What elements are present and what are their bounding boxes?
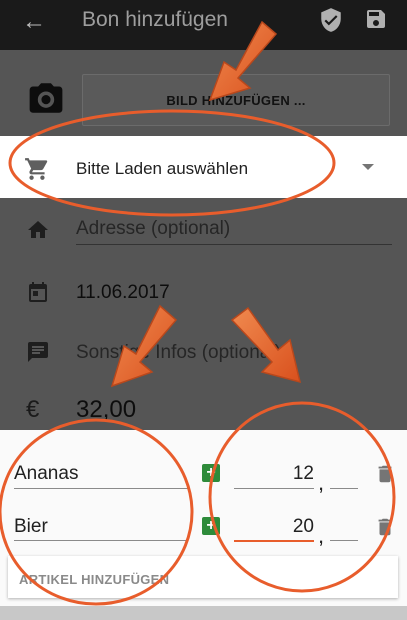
arrow-back-icon[interactable]: ←	[22, 8, 46, 36]
address-input[interactable]: Adresse (optional)	[76, 218, 230, 240]
comment-icon	[28, 342, 48, 362]
shopping-cart-icon	[25, 158, 48, 180]
other-infos-row: Sonstige Infos (optional)	[0, 336, 407, 368]
app-bar: ← Bon hinzufügen	[0, 0, 407, 50]
item-price-euros-underline	[234, 488, 314, 489]
item-name-underline	[14, 540, 188, 541]
item-name-underline	[14, 488, 188, 489]
calendar-icon	[29, 282, 47, 302]
item-name-input[interactable]: Bier	[14, 516, 48, 538]
date-field[interactable]: 11.06.2017	[76, 282, 170, 304]
item-price-euros-input[interactable]: 12	[234, 463, 314, 485]
save-icon[interactable]	[364, 6, 388, 32]
store-select-label: Bitte Laden auswählen	[76, 159, 249, 178]
euro-icon: €	[26, 396, 40, 423]
address-underline	[76, 244, 392, 245]
add-photo-button[interactable]: BILD HINZUFÜGEN ...	[82, 74, 390, 126]
store-select[interactable]: Bitte Laden auswählen	[0, 136, 407, 198]
other-infos-input[interactable]: Sonstige Infos (optional)	[76, 342, 281, 364]
add-article-label: ARTIKEL HINZUFÜGEN	[19, 572, 170, 587]
dropdown-arrow-icon	[362, 164, 374, 170]
add-quantity-icon[interactable]: +	[202, 464, 220, 482]
page-title: Bon hinzufügen	[82, 8, 228, 31]
home-icon	[28, 221, 48, 238]
item-price-cents-underline	[330, 488, 358, 489]
delete-icon[interactable]	[374, 462, 396, 486]
add-article-button[interactable]: ARTIKEL HINZUFÜGEN	[8, 556, 398, 598]
item-price-euros-input[interactable]: 20	[234, 516, 314, 538]
total-row: € 32,00	[0, 394, 407, 428]
add-photo-button-label: BILD HINZUFÜGEN ...	[166, 92, 306, 108]
add-quantity-icon[interactable]: +	[202, 517, 220, 535]
total-value: 32,00	[76, 396, 137, 423]
address-row: Adresse (optional)	[0, 214, 407, 254]
date-row: 11.06.2017	[0, 278, 407, 310]
item-price-cents-underline	[330, 540, 358, 541]
bottom-strip	[0, 606, 407, 620]
shield-check-icon[interactable]	[318, 6, 344, 34]
item-name-input[interactable]: Ananas	[14, 463, 78, 485]
delete-icon[interactable]	[374, 515, 396, 539]
decimal-comma: ,	[318, 470, 325, 495]
item-price-euros-underline	[234, 540, 314, 542]
camera-icon[interactable]	[26, 80, 66, 116]
decimal-comma: ,	[318, 523, 325, 548]
